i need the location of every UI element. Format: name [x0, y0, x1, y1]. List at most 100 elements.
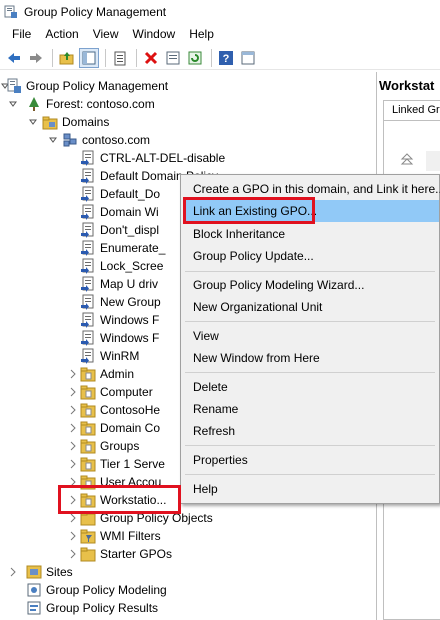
- tree-item-label: Map U driv: [100, 277, 159, 291]
- tree-item-label: Windows F: [100, 331, 160, 345]
- help-button[interactable]: ?: [216, 48, 236, 68]
- menu-separator: [185, 321, 435, 322]
- properties-button[interactable]: [110, 48, 130, 68]
- tree-item-domains[interactable]: Domains: [0, 113, 376, 131]
- help-icon: ?: [219, 50, 233, 65]
- tree-item-label: Lock_Scree: [100, 259, 164, 273]
- menu-view[interactable]: View: [87, 24, 127, 44]
- domains-folder-icon: [42, 116, 58, 130]
- tree-item-label: ContosoHe: [100, 403, 161, 417]
- chevron-right-icon: [70, 423, 76, 433]
- forward-arrow-icon: [30, 52, 42, 63]
- tree-item-group-policy-objects[interactable]: Group Policy Objects: [0, 509, 376, 527]
- delete-button[interactable]: [141, 48, 161, 68]
- gpo-link-icon: [80, 150, 96, 166]
- tree-expander[interactable]: [68, 513, 78, 523]
- tree-item-label: Groups: [100, 439, 140, 453]
- gpo-link-icon: [81, 240, 94, 256]
- sites-icon: [26, 564, 42, 580]
- ctx-help[interactable]: Help: [183, 478, 439, 500]
- window-title: Group Policy Management: [24, 5, 167, 19]
- forward-button[interactable]: [26, 48, 46, 68]
- export-list-button[interactable]: [163, 48, 183, 68]
- group-policy-management-icon: [6, 78, 22, 94]
- tree-item-domain[interactable]: contoso.com: [0, 131, 376, 149]
- ctx-group-policy-update[interactable]: Group Policy Update...: [183, 245, 439, 267]
- organizational-unit-icon: [80, 402, 96, 418]
- tree-item-group-policy-modeling[interactable]: Group Policy Modeling: [0, 581, 376, 599]
- annotation-highlight-link-existing-gpo: [183, 197, 315, 224]
- sites-icon: [26, 565, 42, 579]
- domain-icon: [63, 133, 77, 147]
- tree-item-label: Domain Co: [100, 421, 161, 435]
- menu-bar: File Action View Window Help: [0, 24, 440, 44]
- tree-item-starter-gpos[interactable]: Starter GPOs: [0, 545, 376, 563]
- back-button[interactable]: [4, 48, 24, 68]
- gpo-link-icon: [80, 276, 96, 292]
- tree-expander[interactable]: [68, 423, 78, 433]
- tree-item-group-policy-results[interactable]: Group Policy Results: [0, 599, 376, 617]
- annotation-highlight-workstations-ou: [58, 485, 181, 514]
- domain-icon: [62, 132, 78, 148]
- menu-window[interactable]: Window: [127, 24, 184, 44]
- toolbar-separator: [105, 48, 106, 67]
- details-view-button[interactable]: [238, 48, 258, 68]
- tree-expander[interactable]: [68, 441, 78, 451]
- tree-expander[interactable]: [68, 405, 78, 415]
- organizational-unit-icon: [80, 421, 96, 436]
- tree-item-label: Default_Do: [100, 187, 161, 201]
- gpo-link-icon: [81, 276, 94, 292]
- folder-icon: [80, 546, 96, 562]
- ctx-rename[interactable]: Rename: [183, 398, 439, 420]
- tree-expander[interactable]: [28, 117, 38, 127]
- tab-linked-group-policy-objects[interactable]: Linked Gro: [383, 100, 440, 120]
- show-hide-tree-button[interactable]: [79, 47, 99, 68]
- organizational-unit-icon: [80, 384, 96, 400]
- menu-action[interactable]: Action: [39, 24, 86, 44]
- organizational-unit-icon: [80, 385, 96, 400]
- tree-item-sites[interactable]: Sites: [0, 563, 376, 581]
- tree-expander[interactable]: [48, 135, 58, 145]
- ctx-view[interactable]: View: [183, 325, 439, 347]
- up-one-level-button[interactable]: [57, 48, 77, 68]
- gpo-link-icon: [81, 294, 94, 310]
- tree-expander[interactable]: [68, 387, 78, 397]
- tree-item-gpmc-root[interactable]: Group Policy Management: [0, 77, 376, 95]
- organizational-unit-icon: [80, 456, 96, 472]
- list-header: [426, 151, 440, 171]
- menu-separator: [185, 445, 435, 446]
- forest-icon: [26, 96, 42, 112]
- domains-folder-icon: [42, 114, 58, 130]
- ctx-new-organizational-unit[interactable]: New Organizational Unit: [183, 296, 439, 318]
- ctx-new-window-from-here[interactable]: New Window from Here: [183, 347, 439, 369]
- ctx-delete[interactable]: Delete: [183, 376, 439, 398]
- move-link-to-top-icon[interactable]: [400, 151, 414, 167]
- refresh-icon: [188, 51, 202, 64]
- menu-separator: [185, 271, 435, 272]
- tree-item-forest[interactable]: Forest: contoso.com: [0, 95, 376, 113]
- ctx-properties[interactable]: Properties: [183, 449, 439, 471]
- group-policy-modeling-icon: [27, 583, 41, 597]
- menu-file[interactable]: File: [6, 24, 39, 44]
- tree-item-label: Don't_displ: [100, 223, 159, 237]
- tree-item-wmi-filters[interactable]: WMI Filters: [0, 527, 376, 545]
- tree-item-gpo-link[interactable]: CTRL-ALT-DEL-disable: [0, 149, 376, 167]
- group-policy-results-icon: [27, 601, 41, 615]
- tree-expander[interactable]: [68, 549, 78, 559]
- title-bar: Group Policy Management: [0, 0, 440, 24]
- chevron-right-icon: [70, 387, 76, 397]
- refresh-button[interactable]: [185, 48, 205, 68]
- tree-expander[interactable]: [68, 531, 78, 541]
- tree-expander[interactable]: [68, 369, 78, 379]
- organizational-unit-icon: [80, 439, 96, 454]
- tree-expander[interactable]: [8, 99, 18, 109]
- ctx-block-inheritance[interactable]: Block Inheritance: [183, 223, 439, 245]
- tree-item-label: contoso.com: [82, 133, 151, 147]
- ctx-refresh[interactable]: Refresh: [183, 420, 439, 442]
- tree-expander[interactable]: [68, 459, 78, 469]
- tree-item-label: Domain Wi: [100, 205, 159, 219]
- gpo-link-icon: [80, 204, 96, 220]
- menu-help[interactable]: Help: [183, 24, 222, 44]
- ctx-group-policy-modeling-wizard[interactable]: Group Policy Modeling Wizard...: [183, 274, 439, 296]
- tree-expander[interactable]: [8, 567, 18, 577]
